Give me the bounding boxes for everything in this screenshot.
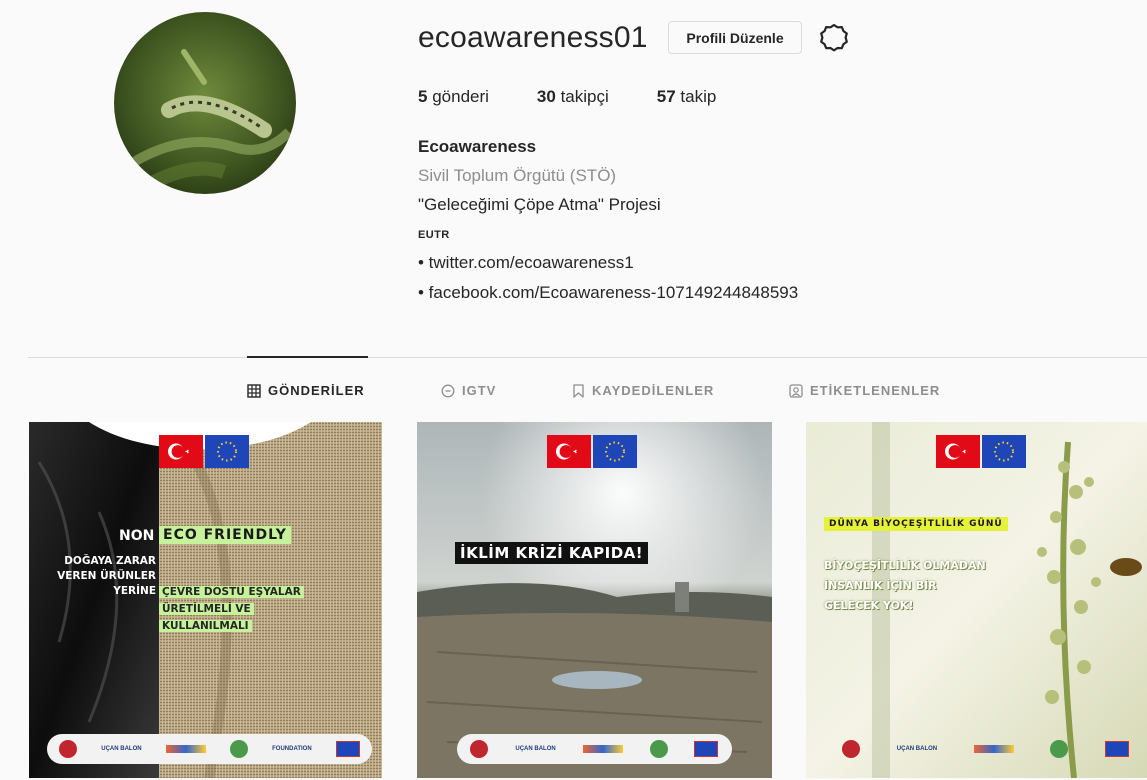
gear-icon[interactable]: [818, 22, 850, 54]
post-thumbnail-1[interactable]: NON ECO FRIENDLY DOĞAYA ZARAR VEREN ÜRÜNL…: [29, 422, 382, 778]
post-thumbnail-2[interactable]: İKLİM KRİZİ KAPIDA! UÇAN BALON: [417, 422, 772, 778]
turkey-flag-icon: [936, 435, 980, 468]
bio-link-facebook[interactable]: • facebook.com/Ecoawareness-107149244848…: [418, 283, 798, 303]
sponsor-logos: UÇAN BALON: [824, 734, 1147, 764]
sponsor-logos: UÇAN BALON: [457, 734, 732, 764]
sponsor-name: UÇAN BALON: [896, 746, 938, 752]
post3-day-label: DÜNYA BİYOÇEŞİTLİLİK GÜNÜ: [824, 517, 1008, 531]
bio-name: Ecoawareness: [418, 137, 537, 156]
sponsor-logo-icon: [1050, 740, 1069, 758]
sponsor-logo-icon: [842, 740, 861, 758]
bio-text-small: EUTR: [418, 229, 450, 241]
tabs-divider: [28, 357, 1147, 358]
sponsor-logo-icon: [649, 740, 668, 758]
post1-non-label: NON: [119, 528, 155, 544]
post1-right-text: ÇEVRE DOSTU EŞYALAR ÜRETİLMELİ VE KULLAN…: [159, 584, 304, 635]
tab-posts[interactable]: GÖNDERİLER: [247, 383, 365, 398]
eu-flag-icon: [982, 435, 1026, 468]
bio-category: Sivil Toplum Örgütü (STÖ): [418, 166, 617, 185]
tag-icon: [789, 383, 803, 398]
sponsor-logo-icon: [973, 745, 1014, 753]
post1-left-text: DOĞAYA ZARAR VEREN ÜRÜNLER YERİNE: [57, 555, 156, 597]
sponsor-logo-icon: [59, 740, 78, 758]
partner-flags: [936, 435, 1026, 468]
grid-icon: [247, 383, 261, 398]
posts-count: 5 gönderi: [418, 87, 489, 106]
tab-tagged[interactable]: ETİKETLENENLER: [789, 383, 940, 398]
post3-text: BİYOÇEŞİTLİLİK OLMADAN İNSANLIK İÇİN BİR G…: [824, 559, 986, 612]
sponsor-logo-icon: [165, 745, 206, 753]
profile-stats: 5 gönderi 30 takipçi 57 takip: [418, 87, 764, 107]
igtv-icon: [441, 384, 455, 397]
sponsor-name: FOUNDATION: [272, 746, 312, 752]
sponsor-name: UÇAN BALON: [515, 746, 556, 752]
sponsor-logos: UÇAN BALON FOUNDATION: [47, 734, 372, 764]
partner-flags: [159, 435, 249, 468]
eu-flag-icon: [593, 435, 637, 468]
edit-profile-button[interactable]: Profili Düzenle: [668, 21, 802, 54]
tab-igtv[interactable]: IGTV: [441, 383, 496, 398]
bio-text: "Geleceğimi Çöpe Atma" Projesi: [418, 195, 661, 214]
profile-username: ecoawareness01: [418, 21, 648, 54]
turkey-flag-icon: [547, 435, 591, 468]
tab-saved[interactable]: KAYDEDİLENLER: [572, 383, 714, 398]
post2-title: İKLİM KRİZİ KAPIDA!: [455, 542, 649, 564]
sponsor-logo-icon: [470, 740, 489, 758]
partner-flags: [547, 435, 637, 468]
sponsor-flag-icon: [1104, 741, 1129, 757]
post1-eco-label: ECO FRIENDLY: [159, 526, 291, 544]
turkey-flag-icon: [159, 435, 203, 468]
sponsor-flag-icon: [335, 741, 360, 757]
sponsor-flag-icon: [694, 741, 719, 757]
profile-avatar[interactable]: [114, 12, 296, 194]
eu-flag-icon: [205, 435, 249, 468]
sponsor-name: UÇAN BALON: [101, 746, 142, 752]
following-count[interactable]: 57 takip: [657, 87, 717, 107]
bio-link-twitter[interactable]: • twitter.com/ecoawareness1: [418, 253, 634, 273]
followers-count[interactable]: 30 takipçi: [537, 87, 609, 107]
sponsor-logo-icon: [229, 740, 248, 758]
bookmark-icon: [573, 383, 584, 398]
sponsor-logo-icon: [582, 745, 623, 753]
active-tab-indicator: [247, 356, 368, 358]
post-thumbnail-3[interactable]: DÜNYA BİYOÇEŞİTLİLİK GÜNÜ BİYOÇEŞİTLİLİK…: [806, 422, 1147, 778]
